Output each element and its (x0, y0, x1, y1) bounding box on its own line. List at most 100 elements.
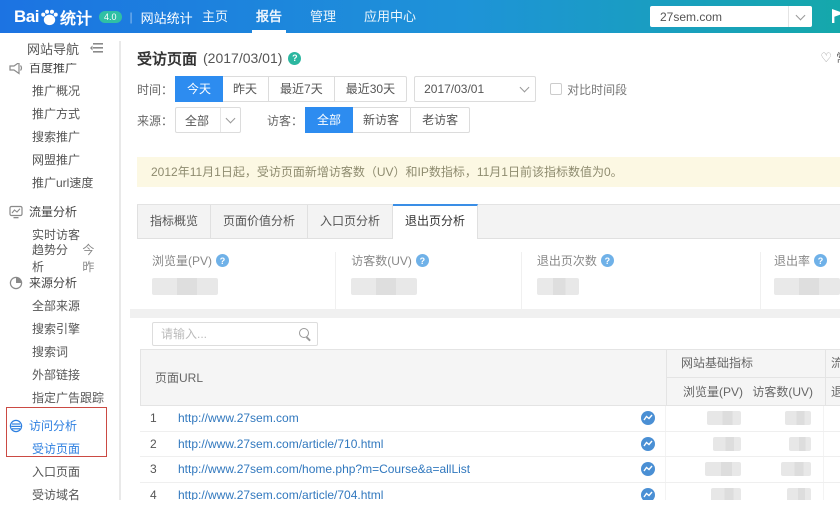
help-icon[interactable]: ? (288, 51, 302, 65)
time-filter-row: 时间： 今天 昨天 最近7天 最近30天 2017/03/01 对比时间段 (137, 76, 840, 102)
heart-icon[interactable] (820, 50, 832, 66)
tabstrip-filler (478, 205, 840, 238)
redacted-value (785, 411, 811, 426)
nav-home[interactable]: 主页 (188, 0, 242, 33)
table-row: 4 http://www.27sem.com/article/704.html (140, 482, 840, 500)
page-url-link[interactable]: http://www.27sem.com/home.php?m=Course&a… (178, 462, 470, 476)
pie-icon (9, 276, 23, 289)
nav-manage[interactable]: 管理 (296, 0, 350, 33)
redacted-value (787, 487, 811, 500)
sidebar-item-qushi-fenxi[interactable]: 趋势分析 今 昨 (0, 243, 118, 274)
col-group-basic-metrics: 网站基础指标 (681, 356, 754, 370)
collapse-sidebar-icon[interactable] (90, 42, 104, 54)
metric-pv-label: 浏览量(PV) (152, 254, 213, 268)
help-icon[interactable]: ? (814, 254, 828, 267)
sidebar-item-liuliang-fenxi[interactable]: 流量分析 (0, 200, 118, 223)
sidebar-item-label: 访问分析 (29, 419, 78, 433)
sidebar-item-shoufang-yemian[interactable]: 受访页面 (0, 437, 118, 460)
compare-period-control[interactable]: 对比时间段 (550, 81, 627, 98)
metric-exit-count: 退出页次数? (520, 252, 760, 309)
metric-pv: 浏览量(PV)? (137, 252, 335, 309)
trend-icon[interactable] (641, 436, 655, 451)
page-url-link[interactable]: http://www.27sem.com/article/704.html (178, 488, 383, 500)
sidebar-item-suffix[interactable]: 今 昨 (82, 241, 118, 275)
sidebar-item-quanbu-laiyuan[interactable]: 全部来源 (0, 294, 118, 317)
tab-tuichuye-fenxi[interactable]: 退出页分析 (393, 204, 479, 239)
sidebar-item-fangwen-fenxi[interactable]: 访问分析 (0, 414, 118, 437)
nav-report[interactable]: 报告 (242, 0, 296, 33)
sidebar-item-zhiding-guanggao-genzong[interactable]: 指定广告跟踪 (0, 386, 118, 409)
table-body: 1 http://www.27sem.com 2 http://www.27se… (140, 405, 840, 500)
page-title: 受访页面 (137, 50, 198, 68)
time-option-yesterday[interactable]: 昨天 (222, 77, 270, 101)
sidebar-item-rukou-yemian[interactable]: 入口页面 (0, 460, 118, 483)
sidebar-item-shoufang-yuming[interactable]: 受访域名 (0, 483, 118, 506)
visitor-option-returning[interactable]: 老访客 (411, 108, 469, 132)
time-option-last7days[interactable]: 最近7天 (269, 77, 335, 101)
source-select[interactable]: 全部 (175, 107, 242, 133)
sidebar-item-label: 来源分析 (29, 276, 78, 290)
visitor-option-all[interactable]: 全部 (305, 107, 354, 133)
site-selector-dropdown[interactable] (788, 6, 812, 27)
col-uv[interactable]: 访客数(UV) (747, 378, 825, 406)
sidebar-item-label: 搜索推广 (32, 130, 81, 144)
site-selector-value: 27sem.com (660, 9, 723, 24)
col-exit-cut[interactable]: 退出 (825, 378, 840, 406)
help-icon[interactable]: ? (415, 254, 429, 267)
sidebar-item-wangmeng-tuiguang[interactable]: 网盟推广 (0, 148, 118, 171)
page-url-link[interactable]: http://www.27sem.com (178, 411, 299, 425)
source-select-value: 全部 (185, 113, 210, 128)
version-badge: 4.0 (98, 11, 122, 23)
compare-period-label: 对比时间段 (567, 82, 628, 97)
date-picker[interactable]: 2017/03/01 (414, 76, 537, 102)
metric-uv: 访客数(UV)? (335, 252, 521, 309)
sidebar-item-tuiguang-gaikuang[interactable]: 推广概况 (0, 79, 118, 102)
search-input[interactable] (152, 321, 318, 346)
visitor-option-new[interactable]: 新访客 (352, 108, 412, 132)
table-row: 3 http://www.27sem.com/home.php?m=Course… (140, 457, 840, 483)
trend-icon[interactable] (641, 411, 655, 426)
sidebar-scrollbar[interactable] (119, 41, 121, 500)
trend-icon[interactable] (641, 462, 655, 477)
site-selector[interactable]: 27sem.com (650, 6, 812, 27)
col-pv[interactable]: 浏览量(PV) (667, 378, 747, 406)
col-page-url[interactable]: 页面URL (141, 350, 666, 405)
redacted-value (705, 462, 741, 477)
favorite-control[interactable]: 常 (820, 49, 840, 66)
sidebar-title: 网站导航 (27, 41, 80, 57)
tab-rukouye-fenxi[interactable]: 入口页分析 (308, 205, 394, 238)
help-icon[interactable]: ? (600, 254, 614, 267)
metric-uv-value-redacted (351, 278, 418, 295)
search-icon[interactable] (298, 327, 311, 340)
cell-uv (745, 457, 823, 482)
favorite-label-cut: 常 (836, 49, 840, 66)
table-header: 页面URL 网站基础指标 流量 浏览量(PV) 访客数(UV) 退出 (140, 349, 840, 406)
sidebar-item-sousuo-yinqing[interactable]: 搜索引擎 (0, 317, 118, 340)
page-url-link[interactable]: http://www.27sem.com/article/710.html (178, 437, 383, 451)
time-range-segmented: 今天 昨天 最近7天 最近30天 (175, 76, 408, 102)
tab-zhibiao-gailan[interactable]: 指标概览 (137, 205, 212, 238)
sidebar-item-label: 搜索词 (32, 345, 69, 359)
sidebar-item-label: 网盟推广 (32, 153, 81, 167)
pages-table: 页面URL 网站基础指标 流量 浏览量(PV) 访客数(UV) 退出 1 htt… (140, 349, 840, 500)
nav-app-center[interactable]: 应用中心 (350, 0, 430, 33)
trend-icon[interactable] (641, 487, 655, 500)
redacted-value (707, 411, 741, 426)
time-option-today[interactable]: 今天 (175, 76, 224, 102)
baidu-tongji-logo[interactable]: Bai 统计 4.0 | 网站统计 (14, 5, 193, 29)
tab-yemian-jiazhi-fenxi[interactable]: 页面价值分析 (211, 205, 309, 238)
date-dropdown[interactable] (513, 82, 535, 93)
sidebar-item-waibu-lianjie[interactable]: 外部链接 (0, 363, 118, 386)
sidebar-item-sousuo-ci[interactable]: 搜索词 (0, 340, 118, 363)
sidebar-item-tuiguang-fangshi[interactable]: 推广方式 (0, 102, 118, 125)
time-option-last30days[interactable]: 最近30天 (335, 77, 406, 101)
cell-uv (745, 483, 823, 500)
sidebar-item-sousuo-tuiguang[interactable]: 搜索推广 (0, 125, 118, 148)
compare-period-checkbox[interactable] (550, 83, 563, 95)
help-icon[interactable]: ? (216, 254, 230, 267)
source-select-dropdown[interactable] (220, 108, 240, 132)
metrics-summary: 浏览量(PV)? 访客数(UV)? 退出页次数? 退出率? (137, 239, 840, 309)
logo-cn: 统计 (59, 11, 92, 28)
metric-exit-count-label: 退出页次数 (536, 254, 597, 268)
sidebar-item-tuiguang-url-sudu[interactable]: 推广url速度 (0, 171, 118, 194)
